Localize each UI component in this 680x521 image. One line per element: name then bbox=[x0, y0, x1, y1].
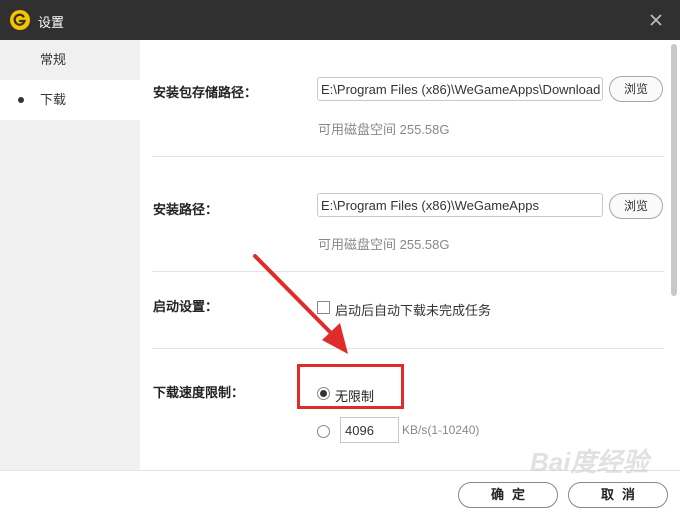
title-bar: 设置 bbox=[0, 0, 680, 40]
close-icon[interactable] bbox=[648, 12, 664, 28]
window-title: 设置 bbox=[38, 15, 65, 30]
settings-content: 安装包存储路径： E:\Program Files (x86)\WeGameAp… bbox=[140, 40, 680, 470]
baidu-watermark: Bai度经验 bbox=[530, 447, 649, 477]
sidebar-item-general[interactable]: 常规 bbox=[0, 40, 140, 80]
scrollbar-thumb[interactable] bbox=[671, 44, 677, 296]
auto-download-checkbox-label: 启动后自动下载未完成任务 bbox=[335, 303, 492, 318]
active-dot-icon bbox=[18, 97, 24, 103]
divider bbox=[152, 156, 664, 157]
ok-button[interactable]: 确定 bbox=[458, 482, 558, 508]
wegame-logo-icon bbox=[10, 10, 30, 30]
install-path-browse-button[interactable]: 浏览 bbox=[609, 193, 663, 219]
install-package-path-input[interactable]: E:\Program Files (x86)\WeGameApps\Downlo… bbox=[317, 77, 603, 101]
divider bbox=[152, 271, 664, 272]
sidebar-item-label: 下载 bbox=[40, 92, 67, 107]
install-package-disk-space: 可用磁盘空间 255.58G bbox=[318, 122, 450, 137]
auto-download-checkbox[interactable] bbox=[317, 301, 330, 314]
install-package-browse-button[interactable]: 浏览 bbox=[609, 76, 663, 102]
divider bbox=[152, 348, 664, 349]
install-path-label: 安装路径： bbox=[153, 202, 219, 217]
annotation-highlight-box bbox=[297, 364, 404, 409]
speed-limit-input[interactable]: 4096 bbox=[340, 417, 399, 443]
install-path-disk-space: 可用磁盘空间 255.58G bbox=[318, 237, 450, 252]
cancel-button[interactable]: 取消 bbox=[568, 482, 668, 508]
sidebar-item-download[interactable]: 下载 bbox=[0, 80, 140, 120]
sidebar-item-label: 常规 bbox=[40, 52, 67, 67]
startup-settings-label: 启动设置： bbox=[153, 299, 219, 314]
speed-limit-radio[interactable] bbox=[317, 425, 330, 438]
install-path-input[interactable]: E:\Program Files (x86)\WeGameApps bbox=[317, 193, 603, 217]
speed-limit-unit: KB/s(1-10240) bbox=[402, 423, 480, 437]
speed-limit-label: 下载速度限制： bbox=[153, 385, 245, 400]
install-package-path-label: 安装包存储路径： bbox=[153, 85, 258, 100]
settings-sidebar: 常规 下载 bbox=[0, 40, 140, 520]
